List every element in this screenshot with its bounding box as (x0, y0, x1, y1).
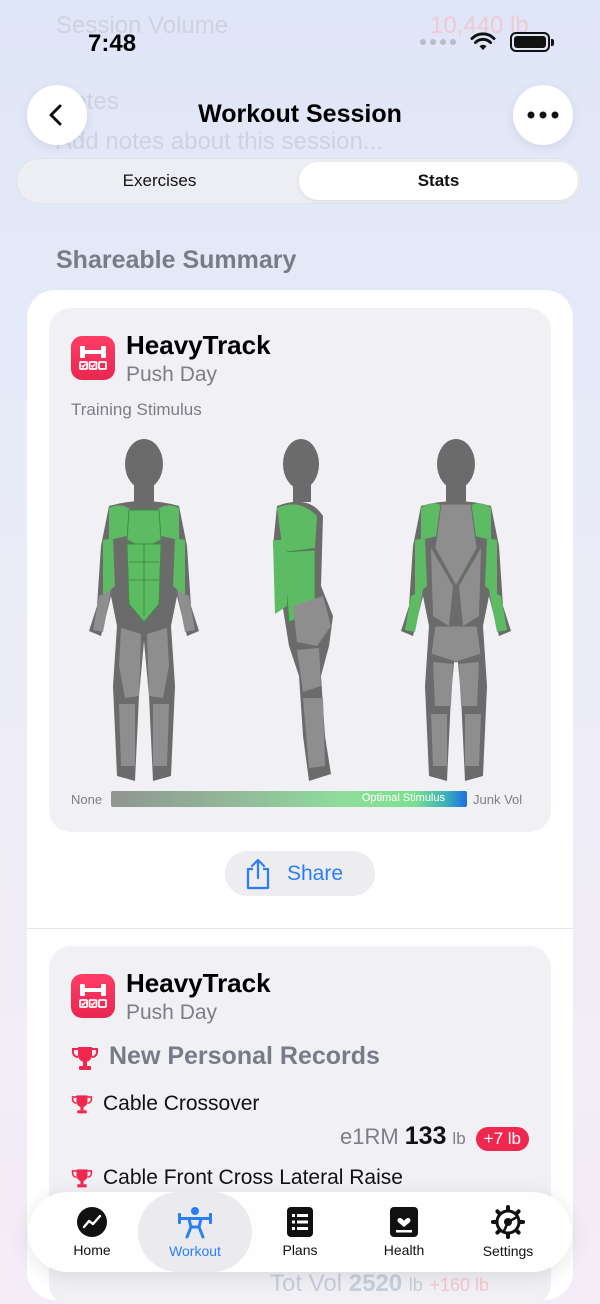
app-logo-icon (71, 336, 115, 380)
share-button[interactable]: Share (225, 851, 375, 896)
segmented-control: Exercises Stats (16, 158, 582, 204)
legend-none-label: None (71, 792, 103, 807)
pr-exercise-name: Cable Front Cross Lateral Raise (103, 1166, 403, 1189)
list-icon (287, 1207, 313, 1237)
tab-health[interactable]: Health (354, 1192, 454, 1272)
ghost-tot-vol-label: Tot Vol (270, 1270, 343, 1297)
app-name: HeavyTrack (126, 330, 271, 360)
trophy-icon (71, 1095, 93, 1114)
page-title: Workout Session (198, 100, 402, 128)
pr-title: New Personal Records (109, 1042, 380, 1070)
tab-plans[interactable]: Plans (250, 1192, 350, 1272)
tab-bar: Home Workout Plans Health Settings (28, 1192, 572, 1272)
status-time: 7:48 (88, 30, 137, 57)
divider (27, 928, 573, 929)
segment-exercises[interactable]: Exercises (20, 162, 299, 200)
trophy-icon (72, 1047, 98, 1070)
chart-icon (77, 1207, 107, 1237)
ghost-tot-vol: Tot Vol 2520 lb +160 lb (270, 1270, 489, 1298)
pr-row-exercise: Cable Front Cross Lateral Raise (71, 1166, 403, 1190)
stimulus-label: Training Stimulus (71, 400, 202, 419)
lifter-icon (178, 1207, 212, 1239)
tab-label: Health (383, 1242, 425, 1258)
status-bar: 7:48 (0, 0, 600, 80)
workout-name: Push Day (126, 363, 218, 386)
heart-icon (390, 1207, 418, 1237)
trophy-icon (71, 1169, 93, 1188)
app-name: HeavyTrack (126, 968, 271, 998)
legend-optimal-label: Optimal Stimulus (361, 792, 445, 804)
pr-delta-badge: +7 lb (475, 1127, 529, 1151)
tab-workout[interactable]: Workout (138, 1192, 252, 1272)
status-icons (420, 32, 554, 52)
muscle-map (89, 439, 511, 781)
stimulus-card: HeavyTrack Push Day Training Stimulus No… (49, 308, 551, 832)
pr-metric-unit: lb (452, 1129, 466, 1148)
signal-icon (420, 39, 456, 45)
pr-exercise-name: Cable Crossover (103, 1092, 260, 1115)
wifi-icon (470, 32, 496, 50)
more-button[interactable] (513, 85, 573, 145)
front-body-figure (89, 439, 199, 781)
tab-label: Home (73, 1242, 111, 1258)
workout-name: Push Day (126, 1001, 218, 1024)
gear-icon (491, 1205, 525, 1239)
share-label: Share (287, 861, 344, 885)
pr-row-exercise: Cable Crossover (71, 1092, 259, 1116)
pr-metric-value: 133 (404, 1122, 447, 1150)
share-icon (246, 858, 270, 889)
ellipsis-icon (527, 111, 559, 119)
battery-icon (510, 32, 554, 52)
tab-home[interactable]: Home (42, 1192, 142, 1272)
app-logo-icon (71, 974, 115, 1018)
ghost-tot-vol-value: 2520 (348, 1270, 403, 1297)
tab-label: Workout (169, 1243, 221, 1259)
tab-label: Settings (482, 1243, 534, 1259)
summary-container: HeavyTrack Push Day Training Stimulus No… (27, 290, 573, 1304)
tab-settings[interactable]: Settings (458, 1192, 558, 1272)
ghost-tot-vol-unit: lb (408, 1275, 423, 1295)
side-body-figure (273, 439, 333, 781)
back-body-figure (401, 439, 511, 781)
section-title: Shareable Summary (56, 246, 297, 274)
segment-stats[interactable]: Stats (299, 162, 578, 200)
pr-metric-label: e1RM (340, 1124, 399, 1149)
ghost-tot-vol-delta: +160 lb (429, 1275, 490, 1295)
legend-junk-label: Junk Vol (473, 792, 523, 807)
tab-label: Plans (282, 1242, 318, 1258)
ghost-notes-placeholder: Add notes about this session... (56, 128, 383, 155)
stimulus-legend-bar: Optimal Stimulus (111, 791, 467, 807)
pr-stat: e1RM 133 lb +7 lb (340, 1122, 529, 1151)
